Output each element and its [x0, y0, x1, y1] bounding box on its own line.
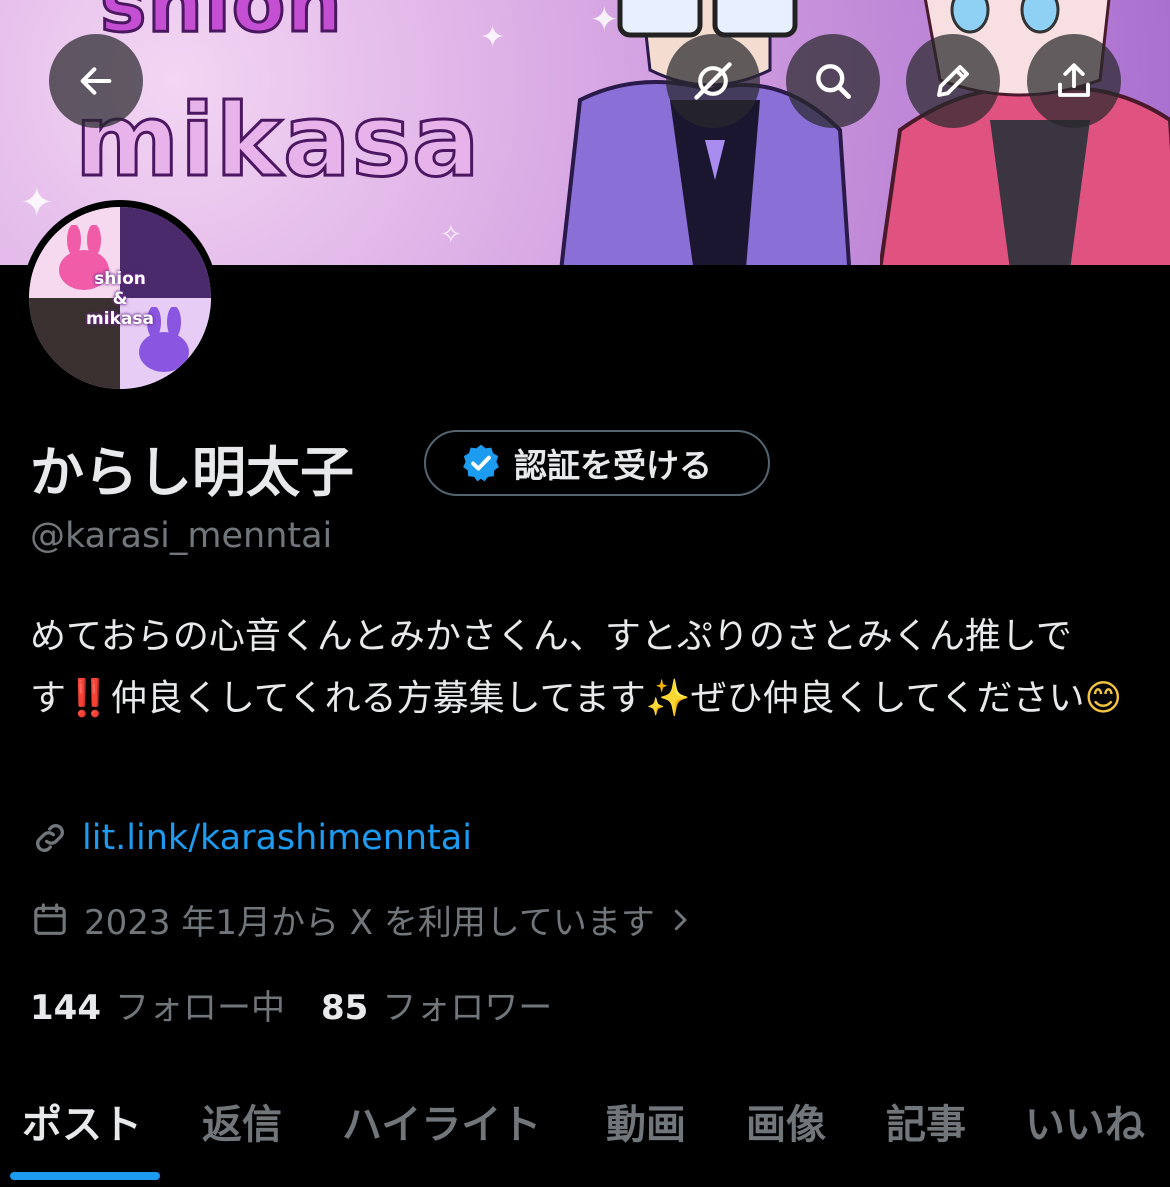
- following-link[interactable]: 144 フォロー中: [30, 980, 285, 1029]
- follow-stats: 144 フォロー中 85 フォロワー: [30, 980, 552, 1029]
- user-handle: @karasi_menntai: [30, 516, 333, 556]
- arrow-left-icon: [80, 67, 112, 95]
- star-decoration: ✧: [440, 220, 462, 250]
- joined-date: 2023 年1月から X を利用しています: [84, 903, 655, 943]
- tab-highlights[interactable]: ハイライト: [342, 1092, 541, 1150]
- verified-badge-icon: [463, 444, 499, 482]
- back-button[interactable]: [49, 34, 143, 128]
- profile-link-row: lit.link/karashimenntai: [30, 818, 472, 858]
- chevron-right-icon: [674, 909, 687, 930]
- banner-character-right: [880, 0, 1170, 265]
- followers-link[interactable]: 85 フォロワー: [321, 980, 552, 1029]
- banner-text-shion: shion: [99, 0, 344, 52]
- tab-videos[interactable]: 動画: [606, 1092, 686, 1150]
- display-name: からし明太子: [30, 441, 354, 504]
- search-icon: [816, 64, 851, 99]
- following-count: 144: [30, 988, 101, 1028]
- tab-posts[interactable]: ポスト: [22, 1092, 142, 1150]
- joined-date-row[interactable]: 2023 年1月から X を利用しています: [30, 895, 695, 944]
- double-exclamation-emoji: ‼️: [66, 678, 111, 719]
- tab-likes[interactable]: いいね: [1025, 1092, 1145, 1150]
- link-icon: [36, 824, 64, 852]
- smile-emoji: 😊: [1084, 678, 1123, 719]
- bio-text: 仲良くしてくれる方募集してます: [110, 678, 646, 719]
- followers-count: 85: [320, 988, 369, 1028]
- following-label: フォロー中: [114, 988, 285, 1028]
- tab-articles[interactable]: 記事: [886, 1092, 966, 1150]
- share-icon: [1058, 63, 1090, 97]
- profile-bio: めておらの心音くんとみかさくん、すとぷりのさとみくん推しです‼️仲良くしてくれる…: [30, 606, 1140, 730]
- star-decoration: ✦: [480, 20, 506, 55]
- grok-icon: [694, 62, 732, 100]
- share-button[interactable]: [1027, 34, 1121, 128]
- bio-text: ぜひ仲良くしてください: [690, 678, 1085, 719]
- profile-website-link[interactable]: lit.link/karashimenntai: [82, 818, 472, 858]
- profile-tabs: ポスト 返信 ハイライト 動画 画像 記事 いいね: [0, 1080, 1170, 1187]
- avatar-text-mikasa: mikasa: [86, 309, 154, 329]
- avatar-text-shion: shion: [94, 269, 146, 289]
- profile-avatar[interactable]: shion & mikasa: [22, 200, 218, 396]
- edit-button[interactable]: [906, 34, 1000, 128]
- followers-label: フォロワー: [382, 988, 553, 1028]
- calendar-icon: [34, 902, 66, 935]
- tab-replies[interactable]: 返信: [202, 1092, 282, 1150]
- active-tab-indicator: [10, 1172, 160, 1180]
- get-verified-button[interactable]: 認証を受ける: [424, 430, 770, 496]
- grok-button[interactable]: [666, 34, 760, 128]
- avatar-image: shion & mikasa: [29, 207, 211, 389]
- search-button[interactable]: [786, 34, 880, 128]
- tab-images[interactable]: 画像: [746, 1092, 826, 1150]
- avatar-text-amp: &: [112, 289, 128, 309]
- pencil-icon: [937, 65, 969, 97]
- sparkles-emoji: ✨: [645, 678, 691, 719]
- get-verified-label: 認証を受ける: [514, 446, 712, 485]
